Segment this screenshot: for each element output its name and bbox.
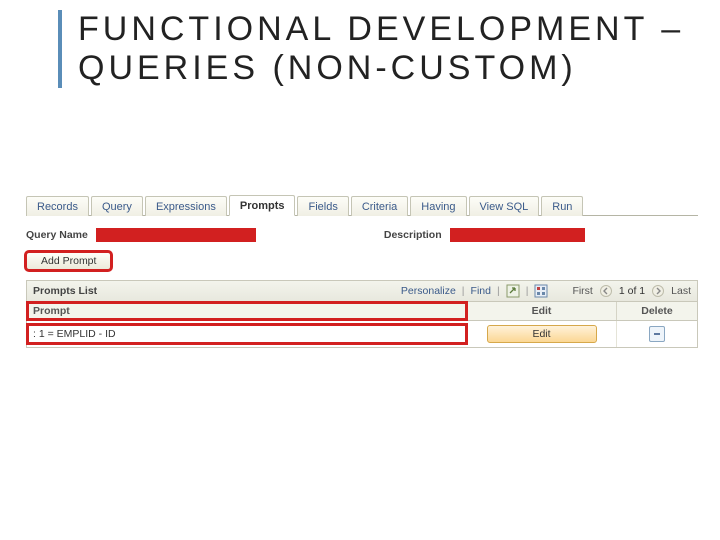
separator: |	[497, 285, 500, 297]
delete-cell	[617, 322, 697, 346]
tab-run[interactable]: Run	[541, 196, 583, 216]
tab-records[interactable]: Records	[26, 196, 89, 216]
next-icon[interactable]	[651, 284, 665, 298]
tab-fields[interactable]: Fields	[297, 196, 348, 216]
prompt-cell: : 1 = EMPLID - ID	[27, 324, 467, 344]
first-label: First	[572, 285, 592, 297]
zoom-icon[interactable]	[506, 284, 520, 298]
last-label: Last	[671, 285, 691, 297]
query-tabs: Records Query Expressions Prompts Fields…	[26, 192, 698, 216]
row-counter: 1 of 1	[619, 285, 645, 297]
query-name-row: Query Name Description	[26, 228, 698, 242]
edit-cell: Edit	[467, 321, 617, 347]
edit-button[interactable]: Edit	[487, 325, 597, 343]
tab-expressions[interactable]: Expressions	[145, 196, 227, 216]
prompts-list-label: Prompts List	[33, 285, 97, 297]
find-link[interactable]: Find	[471, 285, 491, 297]
page-title: FUNCTIONAL DEVELOPMENT – QUERIES (NON-CU…	[78, 10, 720, 88]
column-delete: Delete	[617, 302, 697, 320]
prompts-list-header: Prompts List Personalize | Find | | Firs…	[26, 280, 698, 302]
delete-button[interactable]	[649, 326, 665, 342]
query-name-label: Query Name	[26, 229, 88, 241]
add-prompt-row: Add Prompt	[26, 252, 698, 270]
column-prompt: Prompt	[27, 302, 467, 320]
minus-icon	[652, 329, 662, 339]
description-label: Description	[384, 229, 442, 241]
tab-having[interactable]: Having	[410, 196, 466, 216]
column-edit: Edit	[467, 302, 617, 320]
tab-criteria[interactable]: Criteria	[351, 196, 408, 216]
personalize-link[interactable]: Personalize	[401, 285, 456, 297]
tab-query[interactable]: Query	[91, 196, 143, 216]
tab-view-sql[interactable]: View SQL	[469, 196, 540, 216]
description-value-redacted	[450, 228, 585, 242]
query-name-value-redacted	[96, 228, 256, 242]
prompts-columns: Prompt Edit Delete	[26, 302, 698, 321]
separator: |	[462, 285, 465, 297]
query-app: Records Query Expressions Prompts Fields…	[26, 192, 698, 348]
add-prompt-button[interactable]: Add Prompt	[26, 252, 111, 270]
grid-icon[interactable]	[534, 284, 548, 298]
slide-title-block: FUNCTIONAL DEVELOPMENT – QUERIES (NON-CU…	[58, 10, 720, 88]
prev-icon[interactable]	[599, 284, 613, 298]
tab-prompts[interactable]: Prompts	[229, 195, 296, 216]
table-row: : 1 = EMPLID - ID Edit	[26, 321, 698, 348]
separator: |	[526, 285, 529, 297]
